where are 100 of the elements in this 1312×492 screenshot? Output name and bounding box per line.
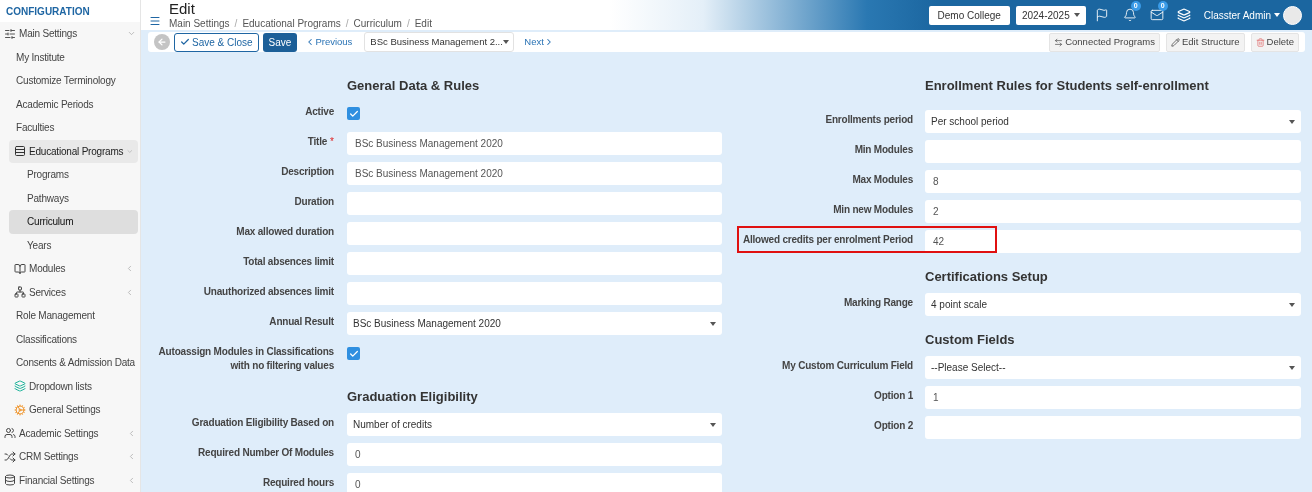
sidebar-item[interactable]: Classifications [9, 327, 138, 351]
field-label: Title [307, 135, 328, 149]
breadcrumb-link[interactable]: Educational Programs [242, 17, 341, 30]
input-field[interactable]: 0 [347, 443, 722, 466]
field-label: Duration [294, 195, 334, 209]
sidebar-item[interactable]: Pathways [9, 186, 138, 210]
check-icon [180, 37, 190, 47]
field-label: Total absences limit [243, 255, 334, 269]
checkbox[interactable] [347, 347, 360, 360]
sidebar-item[interactable]: Academic Settings [0, 421, 140, 445]
layers-icon[interactable] [1176, 8, 1191, 22]
sidebar-item[interactable]: Customize Terminology [9, 69, 138, 93]
caret-icon [1289, 119, 1295, 124]
sidebar-item[interactable]: Curriculum [9, 210, 138, 234]
avatar[interactable] [1283, 5, 1302, 25]
field-label: Annual Result [269, 315, 334, 329]
breadcrumb-link[interactable]: Main Settings [169, 17, 230, 30]
select-field[interactable]: Per school period [925, 110, 1301, 133]
field-label: Marking Range [843, 296, 913, 310]
chevron-left-icon [127, 428, 136, 438]
breadcrumb-separator: / [234, 17, 238, 30]
year-dropdown[interactable]: 2024-2025 [1015, 5, 1086, 25]
sidebar-item[interactable]: Faculties [9, 116, 138, 140]
breadcrumb-link[interactable]: Curriculum [353, 17, 402, 30]
required-mark: * [330, 135, 334, 149]
toolbar-action-button[interactable]: Delete [1250, 32, 1299, 52]
field-label: Description [281, 165, 334, 179]
breadcrumb-separator: / [345, 17, 349, 30]
field-label: Required hours [262, 476, 334, 490]
record-select[interactable]: BSc Business Management 2... [364, 32, 515, 52]
shuffle-icon [4, 450, 16, 463]
school-button[interactable]: Demo College [928, 5, 1010, 25]
input-field[interactable]: 42 [925, 230, 1301, 253]
toolbar-action-button[interactable]: Edit Structure [1165, 32, 1245, 52]
select-field[interactable]: BSc Business Management 2020 [347, 312, 722, 335]
toolbar-action-button[interactable]: Connected Programs [1049, 32, 1160, 52]
select-field[interactable]: Number of credits [347, 413, 722, 436]
sidebar-item[interactable]: CRM Settings [0, 445, 140, 469]
input-field[interactable]: 2 [925, 200, 1301, 223]
sidebar-item[interactable]: Modules [9, 257, 138, 281]
arrow-left-icon [157, 37, 167, 47]
sidebar-item[interactable]: Financial Settings [0, 468, 140, 492]
save-close-button[interactable]: Save & Close [174, 32, 259, 52]
sidebar-item[interactable]: Years [9, 233, 138, 257]
mail-icon[interactable] [1149, 8, 1164, 22]
field-label: Autoassign Modules in Classifications with no filtering values [157, 345, 334, 373]
field-label: Option 2 [874, 419, 913, 433]
chevron-left-icon [127, 475, 136, 485]
field-label: Unauthorized absences limit [203, 285, 334, 299]
gear-icon [14, 403, 26, 416]
back-button[interactable] [154, 34, 170, 50]
pencil-icon [1170, 37, 1180, 47]
flag-icon[interactable] [1094, 8, 1109, 22]
input-field[interactable]: 1 [925, 386, 1301, 409]
page-title: Edit [169, 0, 196, 17]
input-field[interactable] [925, 416, 1301, 439]
users-icon [4, 427, 16, 440]
checkbox[interactable] [347, 107, 360, 120]
input-field[interactable]: 8 [925, 170, 1301, 193]
next-link[interactable]: Next [524, 34, 554, 50]
input-field[interactable]: 0 [347, 473, 722, 492]
trash-icon [1255, 37, 1265, 47]
field-label: Min Modules [854, 143, 913, 157]
sidebar-title: CONFIGURATION [6, 4, 90, 19]
field-label: My Custom Curriculum Field [782, 359, 913, 373]
select-field[interactable]: --Please Select-- [925, 356, 1301, 379]
menu-icon[interactable] [149, 15, 161, 27]
input-field[interactable] [925, 140, 1301, 163]
save-button[interactable]: Save [262, 32, 298, 52]
select-field[interactable]: 4 point scale [925, 293, 1301, 316]
arrows-icon [1054, 37, 1064, 47]
sidebar-item[interactable]: Consents & Admission Data [9, 351, 138, 375]
sidebar-item[interactable]: Main Settings [0, 22, 140, 46]
sidebar-item[interactable]: My Institute [9, 45, 138, 69]
input-field[interactable]: BSc Business Management 2020 [347, 162, 722, 185]
field-label: Required Number Of Modules [198, 446, 334, 460]
layers-icon [14, 380, 26, 393]
section-heading: Custom Fields [925, 331, 1015, 349]
field-label: Enrollments period [825, 113, 913, 127]
database-icon [4, 474, 16, 487]
input-field[interactable] [347, 192, 722, 215]
caret-icon [1073, 13, 1080, 17]
sidebar-item[interactable]: Programs [9, 163, 138, 187]
input-field[interactable]: BSc Business Management 2020 [347, 132, 722, 155]
sidebar-item[interactable]: Dropdown lists [9, 374, 138, 398]
sidebar-item[interactable]: General Settings [9, 398, 138, 422]
caret-icon [710, 321, 716, 326]
sidebar-item[interactable]: Educational Programs [9, 139, 138, 163]
input-field[interactable] [347, 252, 722, 275]
book-icon [14, 262, 26, 275]
input-field[interactable] [347, 222, 722, 245]
sidebar-item[interactable]: Services [9, 280, 138, 304]
section-heading: Graduation Eligibility [347, 388, 478, 406]
bell-icon[interactable] [1122, 8, 1137, 22]
chevron-left-icon [125, 287, 134, 297]
user-menu[interactable]: Classter Admin [1203, 7, 1280, 23]
sidebar-item[interactable]: Role Management [9, 304, 138, 328]
sidebar-item[interactable]: Academic Periods [9, 92, 138, 116]
previous-link[interactable]: Previous [305, 34, 353, 50]
input-field[interactable] [347, 282, 722, 305]
